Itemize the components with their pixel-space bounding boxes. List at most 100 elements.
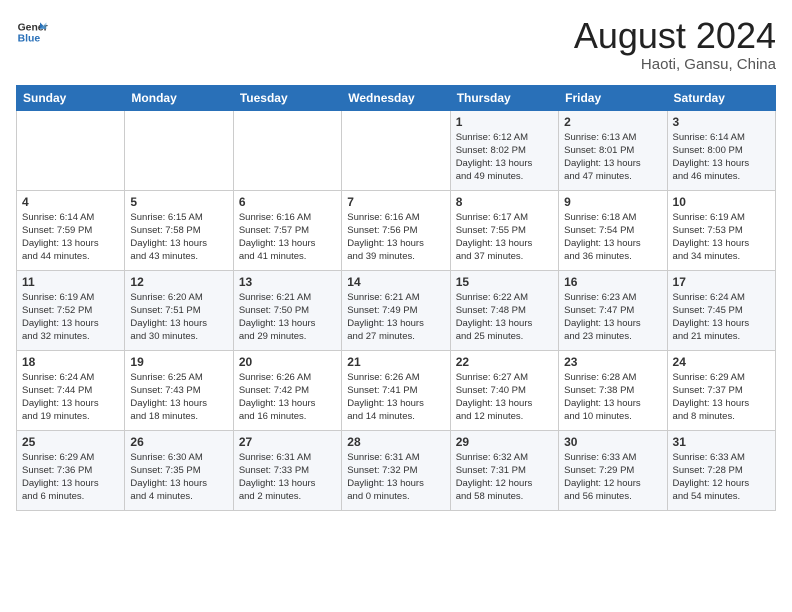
calendar-cell: 17 Sunrise: 6:24 AM Sunset: 7:45 PM Dayli… bbox=[667, 270, 775, 350]
calendar-cell: 18 Sunrise: 6:24 AM Sunset: 7:44 PM Dayli… bbox=[17, 350, 125, 430]
calendar-cell: 22 Sunrise: 6:27 AM Sunset: 7:40 PM Dayli… bbox=[450, 350, 558, 430]
day-info: Sunrise: 6:23 AM Sunset: 7:47 PM Dayligh… bbox=[564, 291, 661, 344]
calendar-cell: 15 Sunrise: 6:22 AM Sunset: 7:48 PM Dayli… bbox=[450, 270, 558, 350]
calendar-cell: 19 Sunrise: 6:25 AM Sunset: 7:43 PM Dayli… bbox=[125, 350, 233, 430]
day-info: Sunrise: 6:14 AM Sunset: 7:59 PM Dayligh… bbox=[22, 211, 119, 264]
calendar-cell: 14Sunrise: 6:21 AM Sunset: 7:49 PM Dayli… bbox=[342, 270, 450, 350]
weekday-header-wednesday: Wednesday bbox=[342, 85, 450, 110]
location: Haoti, Gansu, China bbox=[574, 56, 776, 73]
day-number: 27 bbox=[239, 435, 336, 449]
calendar-cell: 16 Sunrise: 6:23 AM Sunset: 7:47 PM Dayli… bbox=[559, 270, 667, 350]
day-info: Sunrise: 6:31 AM Sunset: 7:32 PM Dayligh… bbox=[347, 451, 444, 504]
calendar-cell: 28 Sunrise: 6:31 AM Sunset: 7:32 PM Dayli… bbox=[342, 430, 450, 510]
day-number: 13 bbox=[239, 275, 336, 289]
weekday-header-saturday: Saturday bbox=[667, 85, 775, 110]
calendar-cell: 25 Sunrise: 6:29 AM Sunset: 7:36 PM Dayli… bbox=[17, 430, 125, 510]
day-number: 24 bbox=[673, 355, 770, 369]
day-info: Sunrise: 6:13 AM Sunset: 8:01 PM Dayligh… bbox=[564, 131, 661, 184]
day-number: 4 bbox=[22, 195, 119, 209]
calendar-cell: 1 Sunrise: 6:12 AM Sunset: 8:02 PM Daylig… bbox=[450, 110, 558, 190]
day-info: Sunrise: 6:25 AM Sunset: 7:43 PM Dayligh… bbox=[130, 371, 227, 424]
weekday-header-friday: Friday bbox=[559, 85, 667, 110]
day-number: 26 bbox=[130, 435, 227, 449]
day-info: Sunrise: 6:33 AM Sunset: 7:29 PM Dayligh… bbox=[564, 451, 661, 504]
calendar-cell: 24 Sunrise: 6:29 AM Sunset: 7:37 PM Dayli… bbox=[667, 350, 775, 430]
calendar-cell bbox=[233, 110, 341, 190]
calendar-cell: 7Sunrise: 6:16 AM Sunset: 7:56 PM Daylig… bbox=[342, 190, 450, 270]
day-info: Sunrise: 6:26 AM Sunset: 7:42 PM Dayligh… bbox=[239, 371, 336, 424]
calendar-cell: 23 Sunrise: 6:28 AM Sunset: 7:38 PM Dayli… bbox=[559, 350, 667, 430]
weekday-header-thursday: Thursday bbox=[450, 85, 558, 110]
day-number: 16 bbox=[564, 275, 661, 289]
day-number: 6 bbox=[239, 195, 336, 209]
day-info: Sunrise: 6:19 AM Sunset: 7:53 PM Dayligh… bbox=[673, 211, 770, 264]
day-info: Sunrise: 6:16 AM Sunset: 7:57 PM Dayligh… bbox=[239, 211, 336, 264]
day-number: 23 bbox=[564, 355, 661, 369]
day-number: 2 bbox=[564, 115, 661, 129]
calendar-cell: 4 Sunrise: 6:14 AM Sunset: 7:59 PM Daylig… bbox=[17, 190, 125, 270]
calendar-table: SundayMondayTuesdayWednesdayThursdayFrid… bbox=[16, 85, 776, 511]
day-number: 17 bbox=[673, 275, 770, 289]
title-block: August 2024 Haoti, Gansu, China bbox=[574, 16, 776, 73]
calendar-cell: 2 Sunrise: 6:13 AM Sunset: 8:01 PM Daylig… bbox=[559, 110, 667, 190]
calendar-cell: 9Sunrise: 6:18 AM Sunset: 7:54 PM Daylig… bbox=[559, 190, 667, 270]
day-number: 1 bbox=[456, 115, 553, 129]
day-info: Sunrise: 6:29 AM Sunset: 7:37 PM Dayligh… bbox=[673, 371, 770, 424]
day-info: Sunrise: 6:15 AM Sunset: 7:58 PM Dayligh… bbox=[130, 211, 227, 264]
month-title: August 2024 bbox=[574, 16, 776, 56]
day-info: Sunrise: 6:20 AM Sunset: 7:51 PM Dayligh… bbox=[130, 291, 227, 344]
day-number: 20 bbox=[239, 355, 336, 369]
day-number: 19 bbox=[130, 355, 227, 369]
calendar-cell: 8 Sunrise: 6:17 AM Sunset: 7:55 PM Daylig… bbox=[450, 190, 558, 270]
day-number: 25 bbox=[22, 435, 119, 449]
day-number: 22 bbox=[456, 355, 553, 369]
day-info: Sunrise: 6:21 AM Sunset: 7:49 PM Dayligh… bbox=[347, 291, 444, 344]
calendar-cell: 10Sunrise: 6:19 AM Sunset: 7:53 PM Dayli… bbox=[667, 190, 775, 270]
day-info: Sunrise: 6:16 AM Sunset: 7:56 PM Dayligh… bbox=[347, 211, 444, 264]
day-info: Sunrise: 6:21 AM Sunset: 7:50 PM Dayligh… bbox=[239, 291, 336, 344]
calendar-cell: 30 Sunrise: 6:33 AM Sunset: 7:29 PM Dayli… bbox=[559, 430, 667, 510]
day-number: 18 bbox=[22, 355, 119, 369]
day-number: 9 bbox=[564, 195, 661, 209]
day-info: Sunrise: 6:12 AM Sunset: 8:02 PM Dayligh… bbox=[456, 131, 553, 184]
day-info: Sunrise: 6:19 AM Sunset: 7:52 PM Dayligh… bbox=[22, 291, 119, 344]
day-info: Sunrise: 6:27 AM Sunset: 7:40 PM Dayligh… bbox=[456, 371, 553, 424]
day-number: 21 bbox=[347, 355, 444, 369]
calendar-cell: 21 Sunrise: 6:26 AM Sunset: 7:41 PM Dayli… bbox=[342, 350, 450, 430]
calendar-cell: 3 Sunrise: 6:14 AM Sunset: 8:00 PM Daylig… bbox=[667, 110, 775, 190]
day-number: 3 bbox=[673, 115, 770, 129]
calendar-cell: 20 Sunrise: 6:26 AM Sunset: 7:42 PM Dayli… bbox=[233, 350, 341, 430]
day-info: Sunrise: 6:29 AM Sunset: 7:36 PM Dayligh… bbox=[22, 451, 119, 504]
day-number: 8 bbox=[456, 195, 553, 209]
day-info: Sunrise: 6:24 AM Sunset: 7:44 PM Dayligh… bbox=[22, 371, 119, 424]
logo-icon: General Blue bbox=[16, 16, 48, 48]
weekday-header-tuesday: Tuesday bbox=[233, 85, 341, 110]
calendar-cell bbox=[125, 110, 233, 190]
day-info: Sunrise: 6:14 AM Sunset: 8:00 PM Dayligh… bbox=[673, 131, 770, 184]
calendar-cell: 31 Sunrise: 6:33 AM Sunset: 7:28 PM Dayli… bbox=[667, 430, 775, 510]
calendar-cell: 5 Sunrise: 6:15 AM Sunset: 7:58 PM Daylig… bbox=[125, 190, 233, 270]
day-number: 31 bbox=[673, 435, 770, 449]
day-info: Sunrise: 6:30 AM Sunset: 7:35 PM Dayligh… bbox=[130, 451, 227, 504]
day-info: Sunrise: 6:17 AM Sunset: 7:55 PM Dayligh… bbox=[456, 211, 553, 264]
day-number: 28 bbox=[347, 435, 444, 449]
calendar-cell: 27Sunrise: 6:31 AM Sunset: 7:33 PM Dayli… bbox=[233, 430, 341, 510]
day-info: Sunrise: 6:28 AM Sunset: 7:38 PM Dayligh… bbox=[564, 371, 661, 424]
calendar-cell bbox=[342, 110, 450, 190]
day-info: Sunrise: 6:33 AM Sunset: 7:28 PM Dayligh… bbox=[673, 451, 770, 504]
day-number: 15 bbox=[456, 275, 553, 289]
day-info: Sunrise: 6:26 AM Sunset: 7:41 PM Dayligh… bbox=[347, 371, 444, 424]
page-header: General Blue August 2024 Haoti, Gansu, C… bbox=[16, 16, 776, 73]
day-number: 11 bbox=[22, 275, 119, 289]
calendar-cell: 29Sunrise: 6:32 AM Sunset: 7:31 PM Dayli… bbox=[450, 430, 558, 510]
day-info: Sunrise: 6:24 AM Sunset: 7:45 PM Dayligh… bbox=[673, 291, 770, 344]
weekday-header-sunday: Sunday bbox=[17, 85, 125, 110]
day-number: 5 bbox=[130, 195, 227, 209]
weekday-header-monday: Monday bbox=[125, 85, 233, 110]
logo: General Blue bbox=[16, 16, 48, 48]
day-info: Sunrise: 6:22 AM Sunset: 7:48 PM Dayligh… bbox=[456, 291, 553, 344]
calendar-cell: 11 Sunrise: 6:19 AM Sunset: 7:52 PM Dayli… bbox=[17, 270, 125, 350]
calendar-cell bbox=[17, 110, 125, 190]
day-number: 30 bbox=[564, 435, 661, 449]
calendar-cell: 26 Sunrise: 6:30 AM Sunset: 7:35 PM Dayli… bbox=[125, 430, 233, 510]
